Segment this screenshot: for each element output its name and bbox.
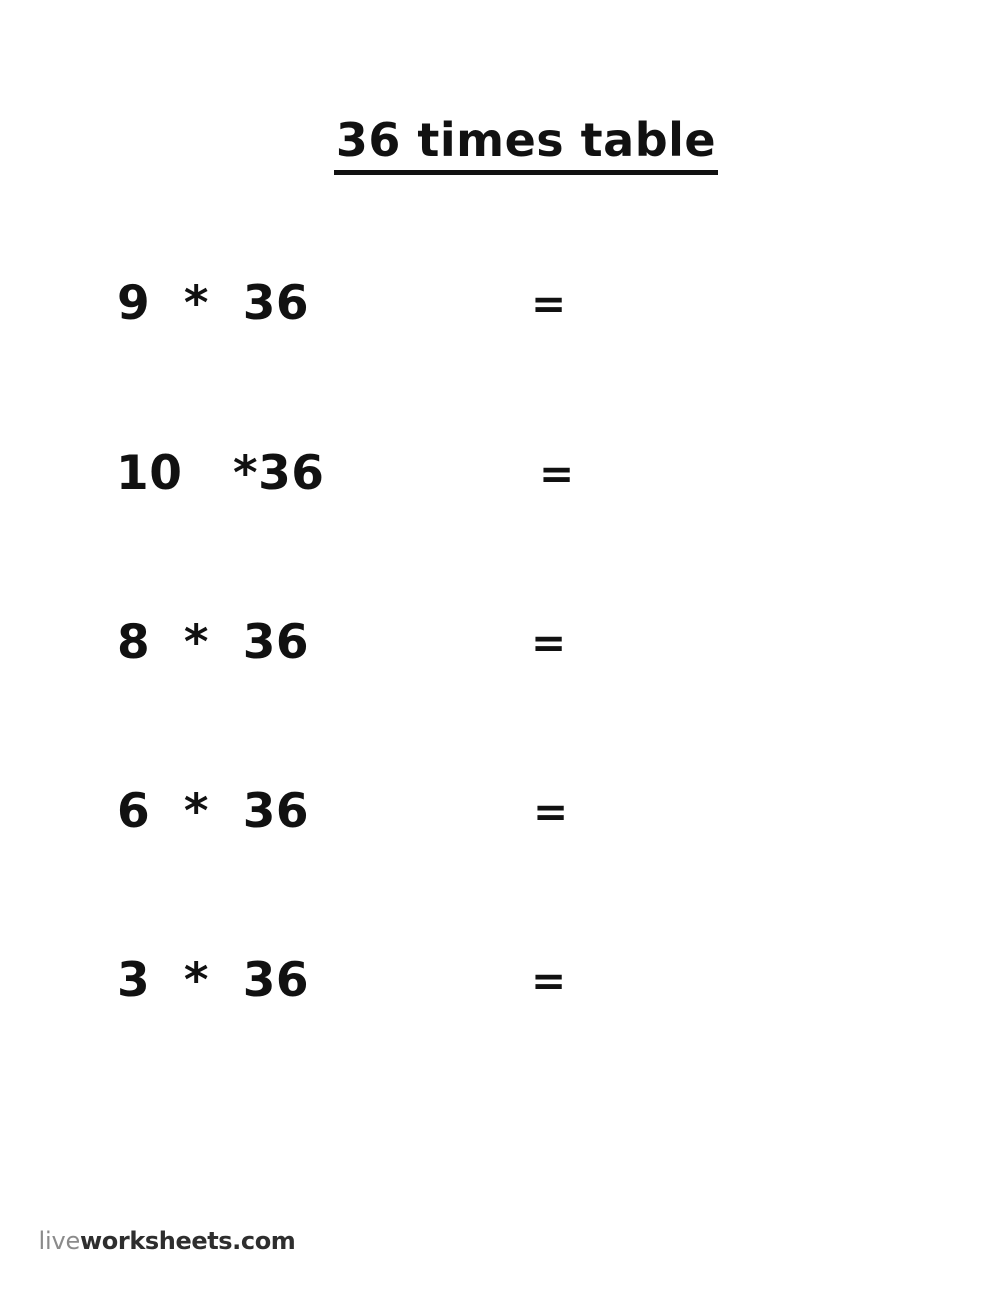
problem-row: 6 * 36 = [0, 784, 1000, 840]
page-title: 36 times table [333, 116, 719, 176]
page-title-container: 36 times table [0, 116, 1000, 176]
equals-sign: = [531, 279, 567, 328]
watermark-bold-text: worksheets.com [80, 1227, 296, 1255]
liveworksheets-watermark: liveworksheets.com [8, 1199, 296, 1283]
problem-row: 8 * 36 = [0, 615, 1000, 671]
problem-expression: 6 * 36 [117, 784, 310, 839]
worksheet-page: 36 times table 9 * 36 = 10 *36 = 8 * 36 = 6 * … [0, 0, 1000, 1291]
problem-row: 9 * 36 = [0, 276, 1000, 332]
equals-sign: = [539, 449, 575, 498]
problem-row: 3 * 36 = [0, 953, 1000, 1009]
equals-sign: = [531, 618, 567, 667]
problem-expression: 8 * 36 [117, 615, 310, 670]
equals-sign: = [531, 956, 567, 1005]
problem-row: 10 *36 = [0, 446, 1000, 502]
problem-expression: 9 * 36 [117, 276, 310, 331]
watermark-light-text: live [38, 1227, 81, 1255]
equals-sign: = [533, 787, 569, 836]
problem-expression: 3 * 36 [117, 953, 310, 1008]
problem-expression: 10 *36 [116, 446, 325, 501]
